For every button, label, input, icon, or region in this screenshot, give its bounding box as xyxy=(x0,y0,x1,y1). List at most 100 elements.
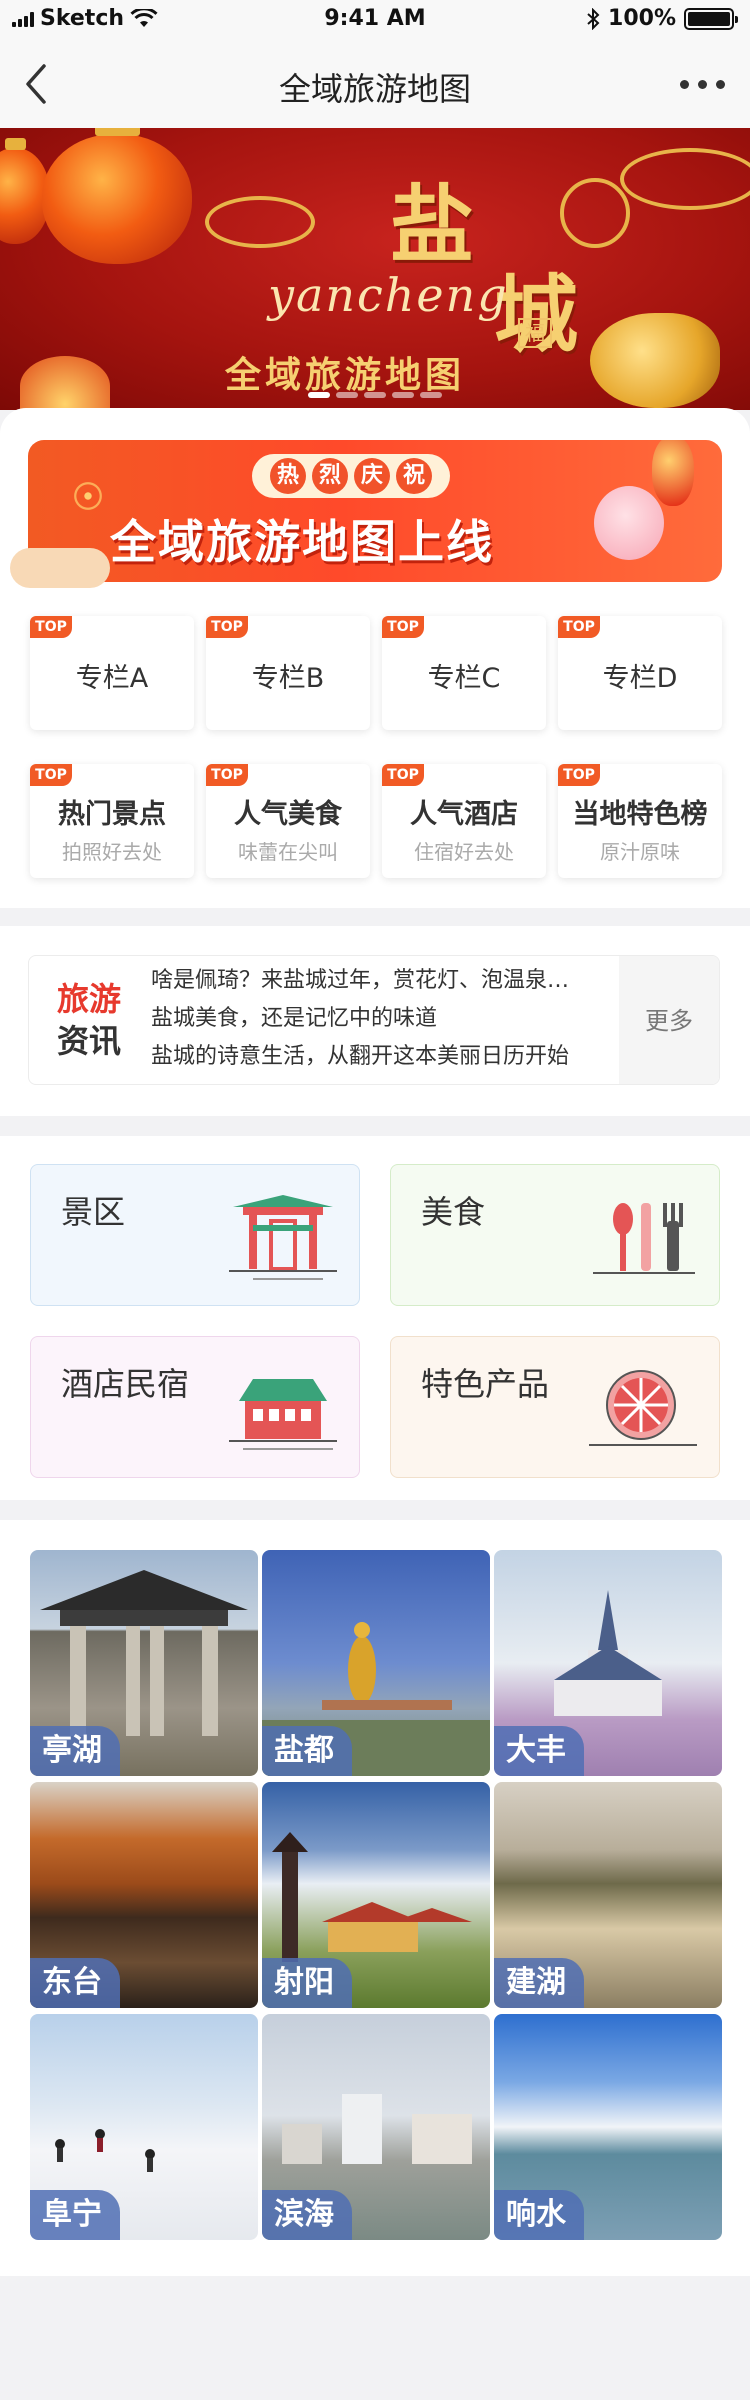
region-name: 滨海 xyxy=(262,2190,352,2240)
cutlery-icon xyxy=(593,1203,695,1274)
ranking-card-hotels[interactable]: TOP 人气酒店 住宿好去处 xyxy=(382,764,546,878)
ranking-subtitle: 拍照好去处 xyxy=(62,840,162,864)
pill-char: 祝 xyxy=(396,458,432,494)
ranking-label: 人气酒店 xyxy=(410,799,518,830)
column-label: 专栏D xyxy=(602,663,678,694)
promo-title: 全域旅游地图上线 xyxy=(110,515,494,569)
top-badge: TOP xyxy=(30,616,72,638)
news-logo-line: 旅游 xyxy=(56,980,121,1018)
cloud-decoration xyxy=(620,148,750,210)
more-button[interactable] xyxy=(672,66,732,102)
celebrate-pill: 热 烈 庆 祝 xyxy=(252,454,450,498)
region-name: 东台 xyxy=(30,1958,120,2008)
ranking-card-food[interactable]: TOP 人气美食 味蕾在尖叫 xyxy=(206,764,370,878)
carousel-dot[interactable] xyxy=(336,392,358,398)
category-label: 景区 xyxy=(61,1193,126,1231)
category-card-scenic[interactable]: 景区 xyxy=(30,1164,360,1306)
category-card-food[interactable]: 美食 xyxy=(390,1164,720,1306)
news-logo-line: 资讯 xyxy=(56,1022,121,1060)
region-name: 响水 xyxy=(494,2190,584,2240)
nav-bar: 全域旅游地图 xyxy=(0,40,750,128)
region-name: 射阳 xyxy=(262,1958,352,2008)
region-card-binhai[interactable]: 滨海 xyxy=(262,2014,490,2240)
banner-script: yancheng xyxy=(268,268,509,322)
region-card-dafeng[interactable]: 大丰 xyxy=(494,1550,722,1776)
ranking-card-attractions[interactable]: TOP 热门景点 拍照好去处 xyxy=(30,764,194,878)
region-name: 盐都 xyxy=(262,1726,352,1776)
category-label: 酒店民宿 xyxy=(61,1365,190,1403)
banner-subtitle: 全域旅游地图 xyxy=(225,355,466,396)
cloud-decoration xyxy=(560,178,630,248)
ranking-label: 当地特色榜 xyxy=(572,799,708,830)
top-badge: TOP xyxy=(558,764,600,786)
column-label: 专栏A xyxy=(75,663,149,694)
region-name: 建湖 xyxy=(494,1958,584,2008)
hotel-icon xyxy=(229,1379,337,1450)
ranking-subtitle: 味蕾在尖叫 xyxy=(238,840,338,864)
news-more-button[interactable]: 更多 xyxy=(619,956,719,1084)
grapefruit-icon xyxy=(589,1370,697,1446)
top-badge: TOP xyxy=(206,616,248,638)
column-card-a[interactable]: TOP 专栏A xyxy=(30,616,194,730)
region-card-yandu[interactable]: 盐都 xyxy=(262,1550,490,1776)
more-dot-icon xyxy=(715,79,725,89)
top-badge: TOP xyxy=(558,616,600,638)
category-card-hotel[interactable]: 酒店民宿 xyxy=(30,1336,360,1478)
column-card-b[interactable]: TOP 专栏B xyxy=(206,616,370,730)
more-dot-icon xyxy=(679,79,689,89)
pill-char: 烈 xyxy=(312,458,348,494)
region-card-dongtai[interactable]: 东台 xyxy=(30,1782,258,2008)
cloud-decoration xyxy=(10,548,110,588)
region-name: 大丰 xyxy=(494,1726,584,1776)
carousel-dot[interactable] xyxy=(392,392,414,398)
page-title: 全域旅游地图 xyxy=(278,70,471,108)
news-box: 旅游 资讯 啥是佩琦？来盐城过年，赏花灯、泡温泉… 盐城美食，还是记忆中的味道 … xyxy=(28,955,720,1085)
fu-seal: 福 xyxy=(518,318,552,348)
lantern-icon xyxy=(42,128,192,264)
top-badge: TOP xyxy=(382,764,424,786)
region-card-sheyang[interactable]: 射阳 xyxy=(262,1782,490,2008)
pill-char: 热 xyxy=(270,458,306,494)
flower-decoration xyxy=(20,356,110,410)
status-right: 100% xyxy=(586,6,738,31)
carousel-dots xyxy=(0,392,750,398)
ranking-label: 人气美食 xyxy=(234,799,342,830)
more-dot-icon xyxy=(697,79,707,89)
news-item[interactable]: 啥是佩琦？来盐城过年，赏花灯、泡温泉… xyxy=(151,962,611,1000)
news-item[interactable]: 盐城美食，还是记忆中的味道 xyxy=(151,1000,611,1038)
region-card-xiangshui[interactable]: 响水 xyxy=(494,2014,722,2240)
status-bar: Sketch 9:41 AM 100% xyxy=(0,0,750,40)
news-item[interactable]: 盐城的诗意生活，从翻开这本美丽日历开始 xyxy=(151,1038,611,1076)
region-card-jianhu[interactable]: 建湖 xyxy=(494,1782,722,2008)
region-name: 亭湖 xyxy=(30,1726,120,1776)
banner-title-char: 盐 xyxy=(390,175,475,274)
hero-banner[interactable]: 盐 城 福 yancheng 全域旅游地图 xyxy=(0,128,750,410)
battery-percent: 100% xyxy=(608,6,676,31)
column-card-c[interactable]: TOP 专栏C xyxy=(382,616,546,730)
cloud-decoration xyxy=(205,196,315,248)
carousel-dot[interactable] xyxy=(308,392,330,398)
promo-banner[interactable]: 热 烈 庆 祝 全域旅游地图上线 xyxy=(28,440,722,582)
column-label: 专栏B xyxy=(251,663,325,694)
column-card-d[interactable]: TOP 专栏D xyxy=(558,616,722,730)
pig-mascot-icon xyxy=(594,486,664,560)
category-label: 美食 xyxy=(421,1193,486,1231)
region-name: 阜宁 xyxy=(30,2190,120,2240)
top-badge: TOP xyxy=(30,764,72,786)
ranking-card-local[interactable]: TOP 当地特色榜 原汁原味 xyxy=(558,764,722,878)
ranking-label: 热门景点 xyxy=(58,799,166,830)
carousel-dot[interactable] xyxy=(364,392,386,398)
ranking-subtitle: 原汁原味 xyxy=(600,840,680,864)
archway-icon xyxy=(229,1195,337,1280)
category-label: 特色产品 xyxy=(421,1365,550,1403)
category-card-products[interactable]: 特色产品 xyxy=(390,1336,720,1478)
carousel-dot[interactable] xyxy=(420,392,442,398)
lantern-icon xyxy=(652,440,694,506)
news-list: 啥是佩琦？来盐城过年，赏花灯、泡温泉… 盐城美食，还是记忆中的味道 盐城的诗意生… xyxy=(151,962,611,1076)
news-logo: 旅游 资讯 xyxy=(53,978,125,1062)
ranking-subtitle: 住宿好去处 xyxy=(414,840,514,864)
bluetooth-icon xyxy=(587,7,600,30)
region-card-tinghu[interactable]: 亭湖 xyxy=(30,1550,258,1776)
region-card-funing[interactable]: 阜宁 xyxy=(30,2014,258,2240)
top-badge: TOP xyxy=(382,616,424,638)
